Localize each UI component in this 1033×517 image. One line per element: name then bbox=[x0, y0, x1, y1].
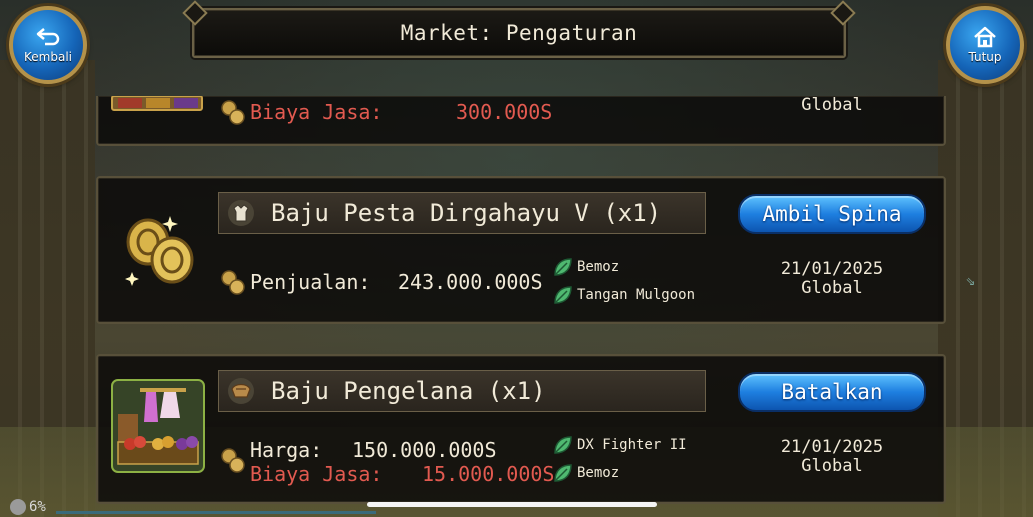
back-arrow-icon bbox=[36, 28, 60, 46]
leaf-icon bbox=[554, 464, 572, 482]
costume-icon bbox=[228, 200, 254, 226]
coins-icon bbox=[221, 448, 245, 473]
seller-name: Tangan Mulgoon bbox=[577, 287, 696, 303]
item-name: Baju Pesta Dirgahayu V (x1) bbox=[271, 199, 662, 227]
fee-label: Biaya Jasa: bbox=[250, 462, 383, 486]
item-name-bar: Baju Pengelana (x1) bbox=[218, 370, 706, 412]
gold-coins-icon bbox=[125, 216, 194, 286]
cancel-button[interactable]: Batalkan bbox=[738, 372, 926, 412]
sales-value: 243.000.000S bbox=[398, 270, 543, 294]
listing-region: Global bbox=[801, 95, 863, 115]
price-value: 150.000.000S bbox=[352, 438, 497, 462]
header-bar: Market: Pengaturan bbox=[192, 8, 846, 58]
seller-tag: Bemoz bbox=[552, 462, 619, 484]
leaf-icon bbox=[554, 286, 572, 304]
clothing-stall-icon bbox=[111, 379, 205, 473]
listing-region: Global bbox=[801, 456, 863, 476]
listing-date: 21/01/2025 bbox=[780, 437, 884, 457]
page-title: Market: Pengaturan bbox=[400, 21, 638, 45]
close-button[interactable]: Tutup bbox=[946, 6, 1024, 84]
seller-tag: DX Fighter II bbox=[552, 434, 687, 456]
close-label: Tutup bbox=[968, 50, 1002, 64]
progress-bar bbox=[56, 511, 376, 514]
fee-label: Biaya Jasa: bbox=[250, 100, 383, 124]
listing-date-region: 21/01/2025 Global bbox=[772, 260, 892, 298]
back-button[interactable]: Kembali bbox=[9, 6, 87, 84]
listing-card[interactable]: Baju Pesta Dirgahayu V (x1) Ambil Spina … bbox=[96, 176, 946, 324]
fee-value: 300.000S bbox=[456, 100, 553, 124]
sales-label: Penjualan: bbox=[250, 270, 371, 294]
globe-icon bbox=[10, 499, 26, 515]
listing-date: 21/01/2025 bbox=[780, 259, 884, 279]
seller-name: Bemoz bbox=[577, 465, 620, 481]
costume-icon bbox=[228, 378, 254, 404]
seller-name: Bemoz bbox=[577, 259, 620, 275]
listing-date-region: 21/01/2025 Global bbox=[772, 438, 892, 476]
seller-tag: Tangan Mulgoon bbox=[552, 284, 695, 306]
claim-spina-button[interactable]: Ambil Spina bbox=[738, 194, 926, 234]
item-name-bar: Baju Pesta Dirgahayu V (x1) bbox=[218, 192, 706, 234]
item-name: Baju Pengelana (x1) bbox=[271, 377, 546, 405]
home-indicator[interactable] bbox=[367, 502, 657, 507]
leaf-icon bbox=[554, 436, 572, 454]
back-label: Kembali bbox=[24, 50, 72, 64]
listing-region: Global bbox=[801, 278, 863, 298]
seller-tag: Bemoz bbox=[552, 256, 619, 278]
coins-icon bbox=[221, 270, 245, 295]
scroll-right-icon[interactable]: ⇘ bbox=[965, 270, 975, 289]
home-icon bbox=[974, 26, 996, 48]
leaf-icon bbox=[554, 258, 572, 276]
coins-icon bbox=[221, 100, 245, 125]
fee-value: 15.000.000S bbox=[422, 462, 555, 486]
item-thumbnail bbox=[111, 96, 203, 111]
status-indicator: 6% bbox=[10, 499, 46, 515]
listing-card[interactable]: Baju Pengelana (x1) Batalkan Harga: 150.… bbox=[96, 354, 946, 504]
price-label: Harga: bbox=[250, 438, 323, 462]
seller-name: DX Fighter II bbox=[577, 437, 687, 453]
status-percent: 6% bbox=[29, 499, 46, 515]
listing-card[interactable]: Biaya Jasa: 300.000S Global bbox=[96, 96, 946, 146]
